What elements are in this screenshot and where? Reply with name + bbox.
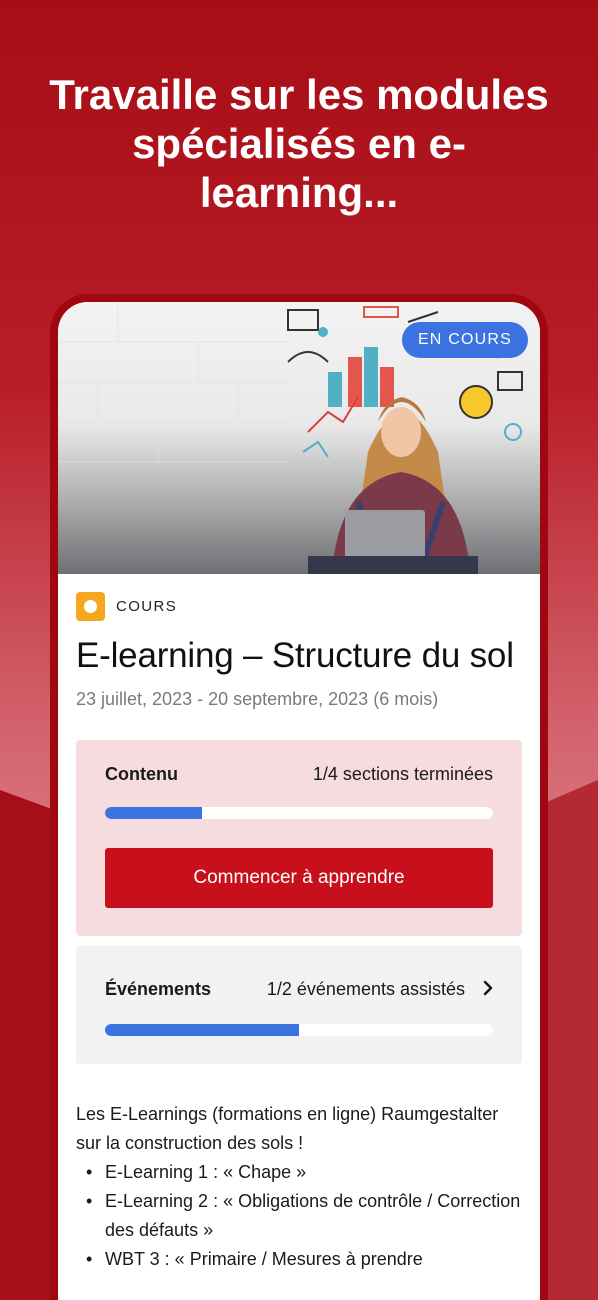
course-dates: 23 juillet, 2023 - 20 septembre, 2023 (6… <box>76 689 439 709</box>
description-item: WBT 3 : « Primaire / Mesures à prendre <box>76 1245 522 1274</box>
promo-headline: Travaille sur les modules spécialisés en… <box>49 71 549 216</box>
description-item: E-Learning 2 : « Obligations de contrôle… <box>76 1187 522 1245</box>
phone-frame: EN COURS COURS E-learning – Structure du… <box>50 294 548 1300</box>
app-screen: EN COURS COURS E-learning – Structure du… <box>58 302 540 1300</box>
content-label: Contenu <box>105 764 178 784</box>
events-progress-text: 1/2 événements assistés <box>266 978 465 999</box>
course-type-label: COURS <box>116 598 178 615</box>
course-hero-image: EN COURS <box>58 302 540 574</box>
start-learning-button[interactable]: Commencer à apprendre <box>105 848 493 908</box>
course-details: COURS E-learning – Structure du sol 23 j… <box>58 574 540 1274</box>
description-list: E-Learning 1 : « Chape » E-Learning 2 : … <box>76 1158 522 1274</box>
events-label: Événements <box>105 978 212 999</box>
description-intro: Les E-Learnings (formations en ligne) Ra… <box>76 1104 499 1153</box>
course-title: E-learning – Structure du sol <box>76 636 514 675</box>
content-progress-card: Contenu 1/4 sections terminées Commencer… <box>76 740 522 936</box>
course-type-row: COURS <box>76 592 522 621</box>
content-progress-fill <box>105 807 202 819</box>
chevron-right-icon[interactable] <box>483 976 493 1002</box>
content-progress-text: 1/4 sections terminées <box>312 764 493 784</box>
course-type-icon <box>76 592 105 621</box>
description-item: E-Learning 1 : « Chape » <box>76 1158 522 1187</box>
course-description: Les E-Learnings (formations en ligne) Ra… <box>76 1100 522 1274</box>
content-progress-bar <box>105 807 493 819</box>
events-progress-bar <box>105 1024 493 1036</box>
status-badge: EN COURS <box>401 322 528 358</box>
events-progress-fill <box>105 1024 299 1036</box>
events-progress-card[interactable]: Événements 1/2 événements assistés <box>76 946 522 1064</box>
